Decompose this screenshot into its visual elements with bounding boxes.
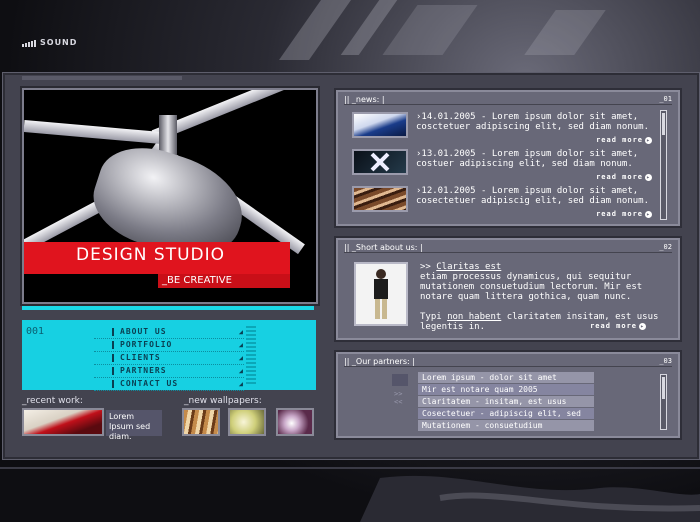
partners-number: _03: [659, 357, 672, 365]
read-more-link[interactable]: read more ▸: [590, 322, 646, 330]
about-number: _02: [659, 243, 672, 251]
arrow-icon: ◢: [238, 367, 244, 375]
hero-tagline: _BE CREATIVE: [158, 274, 290, 288]
news-thumbnail[interactable]: [352, 149, 408, 175]
partners-arrows-icon: >> <<: [394, 390, 403, 406]
partners-scrollbar[interactable]: [660, 374, 667, 430]
read-more-link[interactable]: read more ▸: [596, 210, 652, 218]
partner-item[interactable]: Claritatem - insitam, est usus: [418, 396, 594, 407]
arrow-circle-icon: ▸: [639, 322, 646, 330]
partner-item[interactable]: Cosectetuer - adipiscig elit, sed: [418, 408, 594, 419]
arrow-icon: ◢: [238, 341, 244, 349]
news-scrollbar[interactable]: [660, 110, 667, 220]
sound-bars-icon: [22, 38, 37, 47]
read-more-link[interactable]: read more ▸: [596, 136, 652, 144]
wallpaper-thumbnail[interactable]: [182, 408, 220, 436]
menu-number: 001: [26, 326, 45, 337]
read-more-link[interactable]: read more ▸: [596, 173, 652, 181]
arrow-icon: ◢: [238, 354, 244, 362]
cross-icon: [370, 152, 390, 172]
menu-stripe: [246, 326, 256, 384]
sound-label: SOUND: [40, 38, 78, 47]
main-menu: 001 ABOUT US ◢ PORTFOLIO ◢ CLIENTS ◢ PARTNE…: [22, 320, 316, 391]
wallpaper-thumbnail[interactable]: [276, 408, 314, 436]
arrow-icon: ◢: [238, 328, 244, 336]
menu-list: ABOUT US ◢ PORTFOLIO ◢ CLIENTS ◢ PARTNERS ◢ …: [94, 326, 244, 391]
bottom-decoration: [0, 467, 700, 522]
news-number: _01: [659, 95, 672, 103]
wallpaper-thumbnail[interactable]: [228, 408, 266, 436]
arrow-circle-icon: ▸: [645, 173, 652, 181]
hero-banner: DESIGN STUDIO _BE CREATIVE: [22, 88, 318, 304]
recent-work-label: _recent work:: [22, 396, 83, 406]
person-photo: [374, 269, 388, 319]
sound-toggle[interactable]: SOUND: [22, 38, 77, 47]
partners-logo-box: [392, 374, 408, 386]
menu-item-partners[interactable]: PARTNERS ◢: [94, 365, 244, 378]
about-panel: || _Short about us: | _02 >> Claritas es…: [336, 238, 680, 340]
news-thumbnail[interactable]: [352, 186, 408, 212]
menu-item-about-us[interactable]: ABOUT US ◢: [94, 326, 244, 339]
news-text: ›12.01.2005 - Lorem ipsum dolor sit amet…: [416, 186, 649, 206]
news-item: ›12.01.2005 - Lorem ipsum dolor sit amet…: [352, 186, 652, 218]
partner-item[interactable]: Mutationem - consuetudium: [418, 420, 594, 431]
non-habent-link[interactable]: non habent: [447, 312, 501, 322]
news-item: ›13.01.2005 - Lorem ipsum dolor sit amet…: [352, 149, 652, 181]
hero-title: DESIGN STUDIO: [76, 245, 226, 265]
menu-item-contact-us[interactable]: CONTACT US ◢: [94, 378, 244, 391]
news-panel: || _news: | _01 ›14.01.2005 - Lorem ipsu…: [336, 90, 680, 226]
recent-work-text: Lorem Ipsum sed diam.: [106, 410, 162, 441]
arrow-circle-icon: ▸: [645, 136, 652, 144]
news-text: ›14.01.2005 - Lorem ipsum dolor sit amet…: [416, 112, 649, 132]
arrow-circle-icon: ▸: [645, 210, 652, 218]
partner-item[interactable]: Lorem ipsum - dolor sit amet: [418, 372, 594, 383]
news-item: ›14.01.2005 - Lorem ipsum dolor sit amet…: [352, 112, 652, 144]
menu-item-portfolio[interactable]: PORTFOLIO ◢: [94, 339, 244, 352]
menu-item-clients[interactable]: CLIENTS ◢: [94, 352, 244, 365]
claritas-link[interactable]: Claritas est: [436, 262, 501, 272]
news-thumbnail[interactable]: [352, 112, 408, 138]
frame-strip: [22, 76, 182, 80]
partner-item[interactable]: Mir est notare quam 2005: [418, 384, 594, 395]
partners-panel: || _Our partners: | _03 >> << Lorem ipsum…: [336, 352, 680, 438]
news-text: ›13.01.2005 - Lorem ipsum dolor sit amet…: [416, 149, 639, 169]
new-wallpapers-label: _new wallpapers:: [184, 396, 262, 406]
menu-divider: [22, 306, 314, 310]
recent-work-thumbnail[interactable]: [22, 408, 104, 436]
about-photo: [354, 262, 408, 326]
arrow-icon: ◢: [238, 380, 244, 388]
rotor-blade: [24, 120, 164, 145]
